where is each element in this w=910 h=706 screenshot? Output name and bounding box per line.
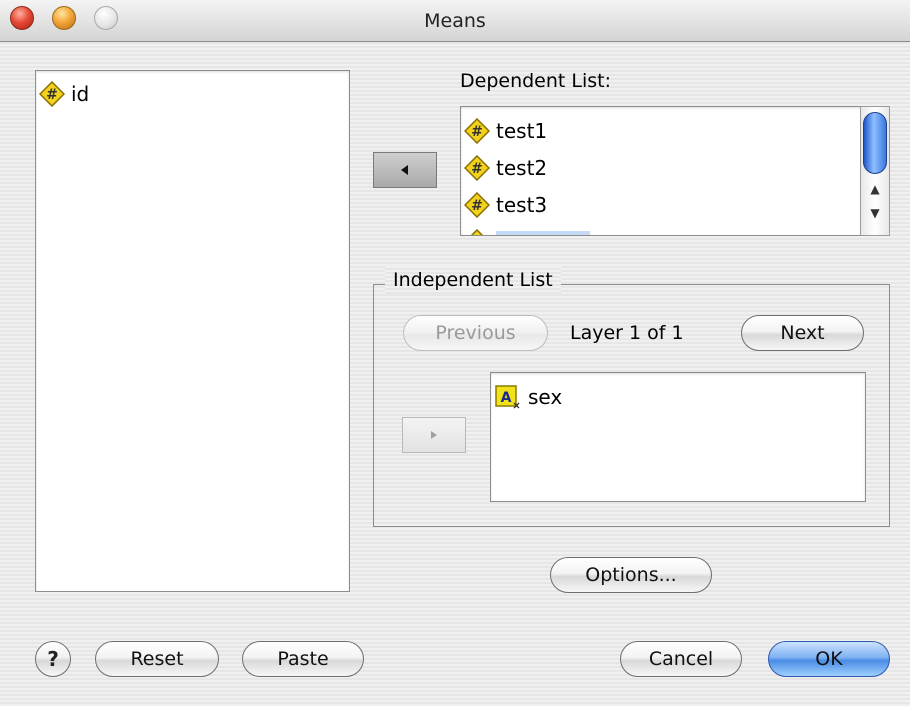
close-window-button[interactable]	[10, 6, 34, 30]
list-item[interactable]: # test2	[464, 149, 863, 186]
ok-button-label: OK	[815, 648, 843, 670]
list-item[interactable]: A sex	[494, 378, 865, 415]
help-button[interactable]: ?	[35, 641, 71, 677]
list-item-partial[interactable]	[464, 223, 863, 235]
layer-indicator: Layer 1 of 1	[570, 322, 684, 344]
list-item[interactable]: # id	[39, 75, 349, 112]
cancel-button-label: Cancel	[648, 648, 714, 670]
window-title: Means	[424, 10, 486, 32]
next-layer-label: Next	[780, 322, 825, 344]
reset-button[interactable]: Reset	[95, 641, 219, 677]
numeric-variable-icon: #	[464, 154, 490, 181]
svg-text:#: #	[471, 198, 483, 214]
zoom-window-button[interactable]	[94, 6, 118, 30]
svg-text:#: #	[471, 161, 483, 177]
list-item-label: sex	[528, 384, 563, 409]
svg-text:A: A	[501, 390, 512, 406]
numeric-variable-icon: #	[464, 117, 490, 144]
string-variable-icon: A	[495, 384, 520, 408]
triangle-right-icon	[431, 431, 437, 439]
numeric-variable-icon	[470, 228, 484, 235]
paste-button[interactable]: Paste	[242, 641, 364, 677]
list-item-label: test2	[496, 155, 548, 180]
previous-layer-label: Previous	[435, 322, 516, 344]
list-item-label: test1	[496, 118, 548, 143]
triangle-left-icon	[401, 165, 408, 175]
minimize-window-button[interactable]	[52, 6, 76, 30]
cancel-button[interactable]: Cancel	[620, 641, 742, 677]
numeric-variable-icon: #	[464, 191, 490, 218]
independent-list-title: Independent List	[385, 266, 561, 294]
numeric-variable-icon: #	[39, 80, 65, 107]
list-item-label: test3	[496, 192, 548, 217]
dependent-list-label: Dependent List:	[460, 70, 612, 92]
list-item-label: id	[71, 81, 90, 106]
move-to-independent-button[interactable]	[402, 417, 466, 453]
list-item[interactable]: # test3	[464, 186, 863, 223]
previous-layer-button[interactable]: Previous	[403, 315, 548, 351]
svg-text:#: #	[471, 124, 483, 140]
source-variable-list[interactable]: # id	[35, 70, 350, 592]
move-to-dependent-button[interactable]	[373, 152, 437, 188]
svg-text:#: #	[46, 87, 58, 103]
scroll-up-arrow-icon[interactable]: ▲	[861, 182, 889, 196]
options-button[interactable]: Options...	[550, 557, 712, 593]
independent-variable-list[interactable]: A sex	[490, 372, 866, 502]
help-icon: ?	[47, 647, 59, 671]
selection-highlight	[496, 230, 590, 235]
dependent-variable-list[interactable]: # test1 # test2 # test3	[460, 106, 864, 236]
next-layer-button[interactable]: Next	[741, 315, 864, 351]
scrollbar-thumb[interactable]	[863, 112, 887, 174]
options-button-label: Options...	[585, 564, 677, 586]
reset-button-label: Reset	[130, 648, 184, 670]
paste-button-label: Paste	[277, 648, 329, 670]
ok-button[interactable]: OK	[768, 641, 890, 677]
scroll-down-arrow-icon[interactable]: ▼	[861, 206, 889, 220]
list-item[interactable]: # test1	[464, 112, 863, 149]
